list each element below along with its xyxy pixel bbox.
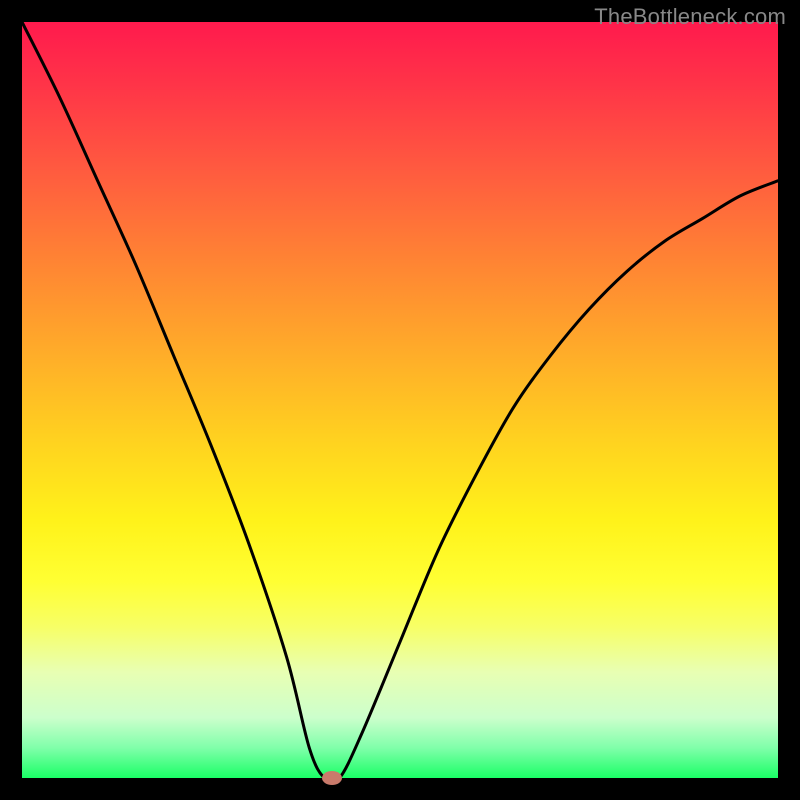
- bottleneck-curve: [22, 22, 778, 778]
- watermark-text: TheBottleneck.com: [594, 4, 786, 30]
- chart-plot-area: [22, 22, 778, 778]
- optimal-point-marker: [322, 771, 342, 785]
